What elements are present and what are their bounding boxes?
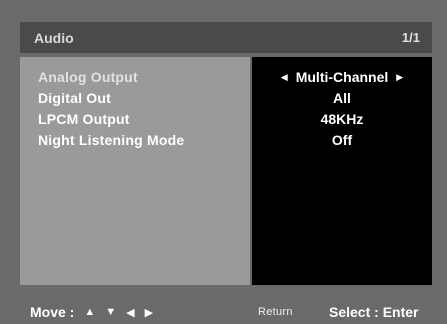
right-arrow-icon: ▶ — [144, 306, 154, 319]
footer-hint-bar: Move : ▲ ▼ ◀ ▶ Return Select : Enter — [0, 300, 447, 324]
move-hint: Move : ▲ ▼ ◀ ▶ — [30, 304, 153, 320]
page-indicator: 1/1 — [401, 30, 420, 45]
return-hint: Return — [258, 306, 293, 318]
value-analog-output-text: Multi-Channel — [295, 69, 389, 85]
title-bar: Audio 1/1 — [20, 22, 432, 53]
down-arrow-icon: ▼ — [105, 306, 117, 318]
up-arrow-icon: ▲ — [84, 306, 96, 318]
osd-screen: Audio 1/1 Analog Output Digital Out LPCM… — [0, 0, 447, 324]
values-list: ◀ Multi-Channel ▶ All 48KHz Off — [252, 57, 432, 285]
left-arrow-icon[interactable]: ◀ — [281, 67, 288, 88]
move-label: Move : — [30, 304, 75, 320]
menu-item-night-listening-mode[interactable]: Night Listening Mode — [20, 130, 250, 151]
right-arrow-icon[interactable]: ▶ — [396, 67, 403, 88]
settings-list: Analog Output Digital Out LPCM Output Ni… — [20, 57, 250, 285]
value-night-listening-mode[interactable]: Off — [252, 130, 432, 151]
select-hint: Select : Enter — [329, 304, 419, 320]
left-arrow-icon: ◀ — [126, 306, 135, 319]
menu-item-digital-out[interactable]: Digital Out — [20, 88, 250, 109]
menu-title: Audio — [34, 29, 74, 46]
value-digital-out[interactable]: All — [252, 88, 432, 109]
menu-item-analog-output[interactable]: Analog Output — [20, 67, 250, 88]
menu-item-lpcm-output[interactable]: LPCM Output — [20, 109, 250, 130]
value-analog-output[interactable]: ◀ Multi-Channel ▶ — [252, 67, 432, 88]
value-lpcm-output[interactable]: 48KHz — [252, 109, 432, 130]
